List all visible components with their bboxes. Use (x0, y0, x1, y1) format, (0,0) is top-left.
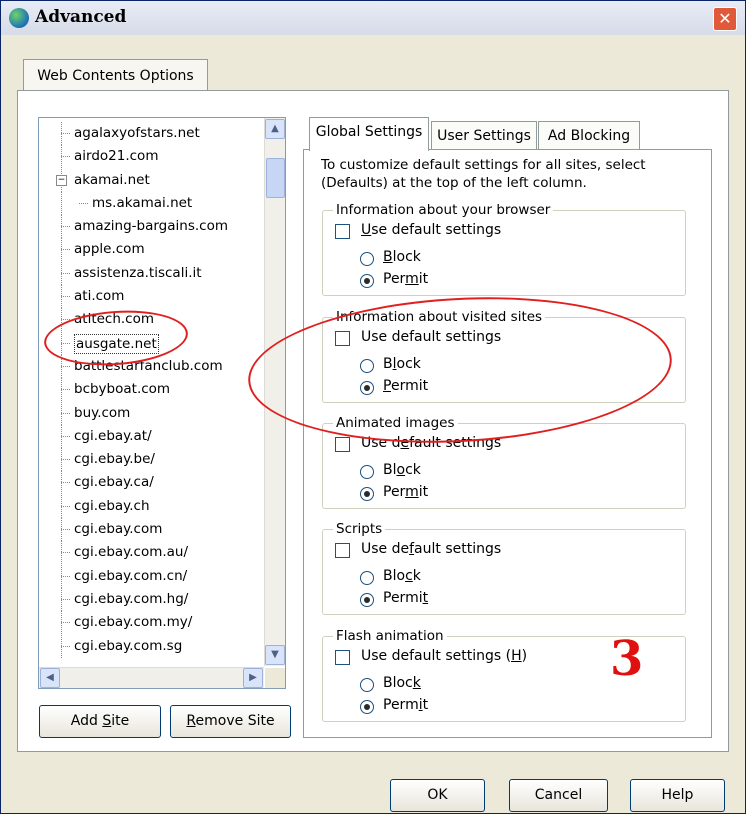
horizontal-scrollbar[interactable]: ◀ ▶ (39, 667, 264, 688)
block-radio[interactable] (360, 252, 374, 266)
permit-label: Permit (383, 697, 429, 713)
tree-item[interactable]: cgi.ebay.ch (39, 494, 263, 519)
tab-user-settings[interactable]: User Settings (431, 121, 537, 150)
scroll-right-icon[interactable]: ▶ (243, 668, 263, 688)
scroll-corner (265, 668, 285, 688)
permit-radio[interactable] (360, 274, 374, 288)
tree-item[interactable]: amazing-bargains.com (39, 215, 263, 239)
tree-item[interactable]: agalaxyofstars.net (39, 122, 263, 146)
tree-item[interactable]: buy.com (39, 401, 263, 425)
group-title: Flash animation (333, 627, 447, 645)
remove-site-button[interactable]: Remove Site (170, 705, 291, 738)
tree-item[interactable]: cgi.ebay.com.my/ (39, 611, 263, 635)
tree-item[interactable]: cgi.ebay.be/ (39, 448, 263, 472)
use-default-checkbox[interactable] (335, 437, 350, 452)
group-title: Scripts (333, 520, 386, 538)
tree-item[interactable]: ati.com (39, 285, 263, 309)
scroll-thumb[interactable] (266, 158, 285, 198)
block-label: Block (383, 675, 421, 691)
intro-text: To customize default settings for all si… (321, 157, 646, 191)
scroll-down-icon[interactable]: ▼ (265, 645, 285, 665)
scroll-up-icon[interactable]: ▲ (265, 119, 285, 139)
use-default-label: Use default settings (361, 541, 502, 557)
close-button[interactable]: ✕ (713, 7, 737, 31)
collapse-icon[interactable]: − (56, 174, 67, 186)
use-default-checkbox[interactable] (335, 543, 350, 558)
tree-item[interactable]: cgi.ebay.com.cn/ (39, 564, 263, 588)
group-scripts: Scripts Use default settings Block Permi… (322, 520, 686, 615)
use-default-label: Use default settings (H) (361, 648, 528, 664)
group-title: Information about your browser (333, 201, 554, 219)
use-default-checkbox[interactable] (335, 650, 350, 665)
permit-label: Permit (383, 271, 429, 287)
permit-radio[interactable] (360, 487, 374, 501)
site-tree[interactable]: agalaxyofstars.net airdo21.com − akamai.n… (38, 117, 286, 689)
tree-item[interactable]: cgi.ebay.at/ (39, 424, 263, 449)
block-label: Block (383, 568, 421, 584)
block-radio[interactable] (360, 465, 374, 479)
tab-ad-blocking[interactable]: Ad Blocking (538, 121, 640, 150)
tree-item[interactable]: cgi.ebay.com.au/ (39, 541, 263, 565)
title-bar: Advanced ✕ (1, 1, 745, 35)
window-title: Advanced (35, 7, 127, 27)
tree-item[interactable]: airdo21.com (39, 145, 263, 169)
block-radio[interactable] (360, 571, 374, 585)
globe-icon (9, 8, 29, 28)
tab-web-contents-options[interactable]: Web Contents Options (23, 59, 208, 92)
block-radio[interactable] (360, 678, 374, 692)
help-button[interactable]: Help (630, 779, 725, 812)
tree-item[interactable]: cgi.ebay.com.hg/ (39, 587, 263, 612)
block-label: Block (383, 462, 421, 478)
tree-item[interactable]: − akamai.net (39, 168, 263, 192)
site-list: agalaxyofstars.net airdo21.com − akamai.n… (39, 122, 263, 658)
group-browser-info: Information about your browser Use defau… (322, 201, 686, 296)
tree-item[interactable]: cgi.ebay.com (39, 518, 263, 542)
tree-item[interactable]: apple.com (39, 238, 263, 262)
ok-button[interactable]: OK (390, 779, 485, 812)
use-default-checkbox[interactable] (335, 224, 350, 239)
scroll-left-icon[interactable]: ◀ (40, 668, 60, 688)
tree-item-child[interactable]: ms.akamai.net (39, 191, 263, 216)
cancel-button[interactable]: Cancel (509, 779, 608, 812)
annotation-number: 3 (610, 631, 644, 687)
block-label: Block (383, 249, 421, 265)
permit-label: Permit (383, 590, 429, 606)
tree-item[interactable]: assistenza.tiscali.it (39, 261, 263, 286)
tree-item[interactable]: bcbyboat.com (39, 378, 263, 402)
permit-radio[interactable] (360, 700, 374, 714)
use-default-label: Use default settings (361, 222, 502, 238)
tab-global-settings[interactable]: Global Settings (309, 117, 429, 151)
permit-radio[interactable] (360, 593, 374, 607)
add-site-button[interactable]: Add Site (39, 705, 161, 738)
tree-item[interactable]: cgi.ebay.com.sg (39, 634, 263, 658)
permit-label: Permit (383, 484, 429, 500)
tree-item[interactable]: cgi.ebay.ca/ (39, 471, 263, 495)
